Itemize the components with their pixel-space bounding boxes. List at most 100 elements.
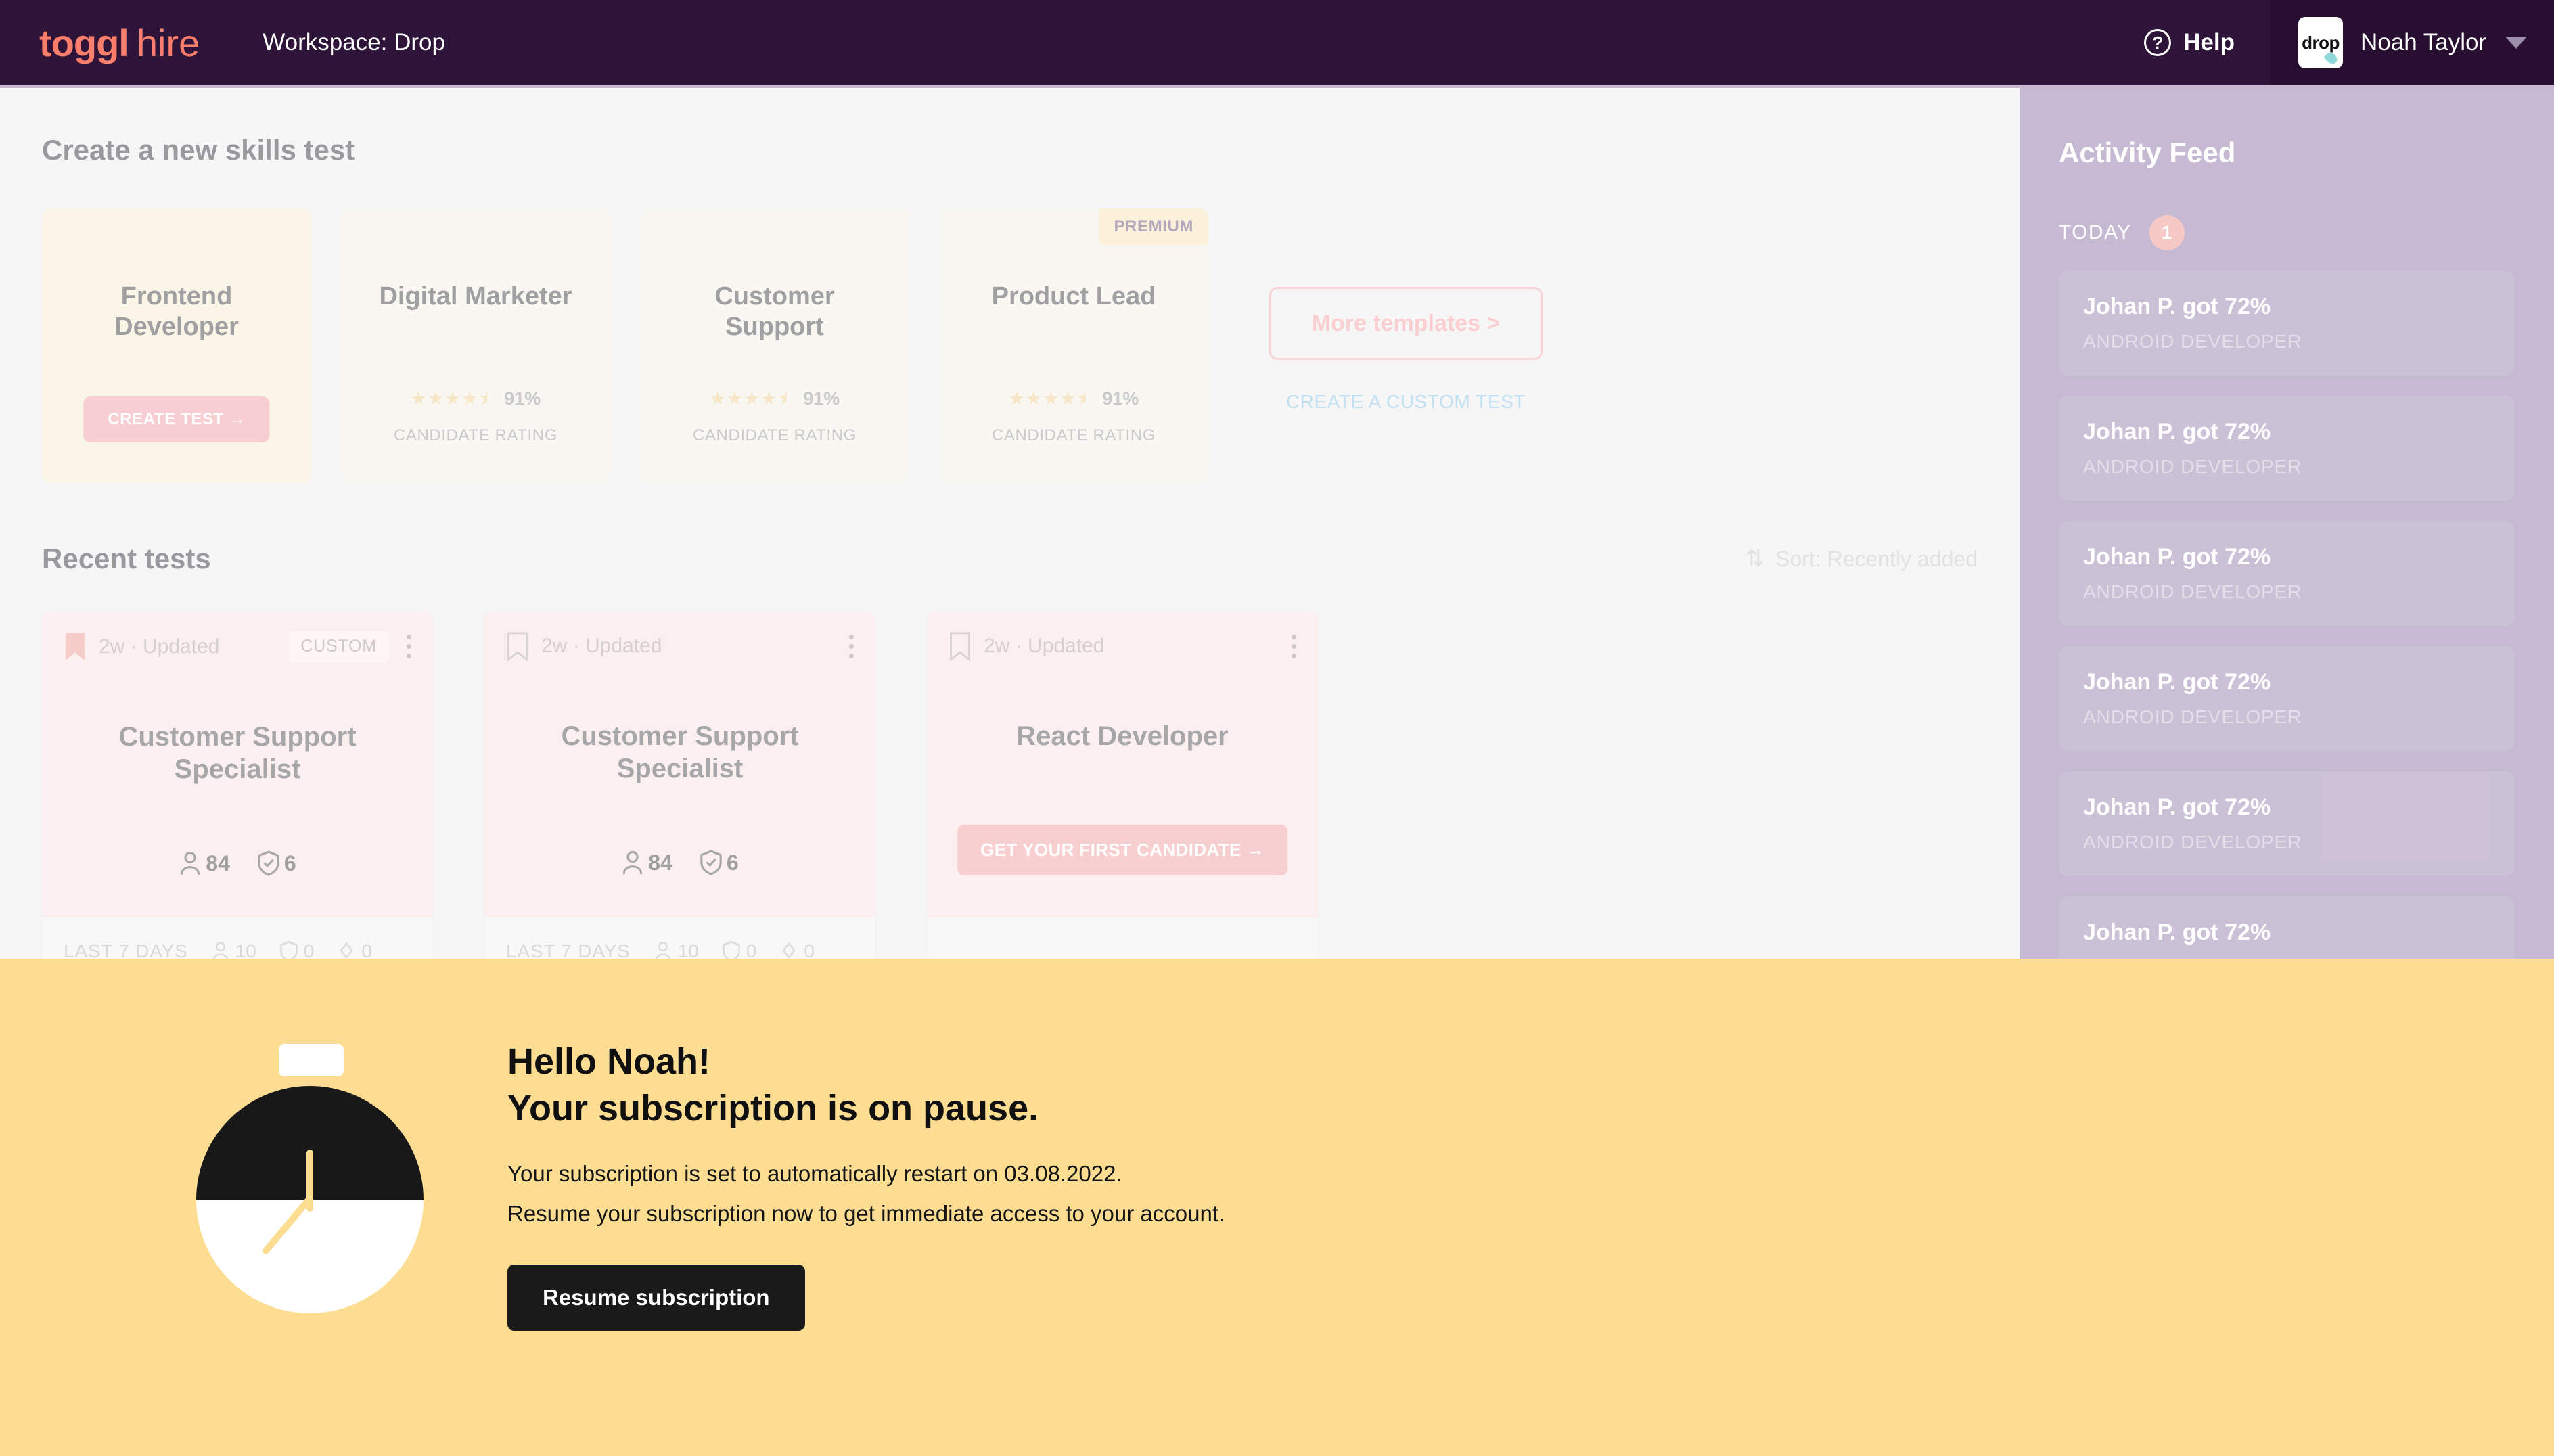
star-rating-icon: ★★★★⯨ xyxy=(1008,388,1087,409)
more-options-icon[interactable] xyxy=(1292,634,1296,658)
candidate-rating: ★★★★⯨ 91% CANDIDATE RATING xyxy=(341,386,610,445)
logo-toggl-text: toggl xyxy=(39,21,129,64)
test-title: Customer Support Specialist xyxy=(561,721,799,783)
template-card-customer-support[interactable]: Customer Support ★★★★⯨ 91% CANDIDATE RAT… xyxy=(640,208,909,483)
template-card-row: Frontend Developer CREATE TEST → Digital… xyxy=(42,208,2020,483)
sort-control[interactable]: ⇅ Sort: Recently added xyxy=(1746,547,1978,572)
shield-check-icon xyxy=(258,850,279,876)
bookmark-icon[interactable] xyxy=(64,631,87,662)
help-icon: ? xyxy=(2144,29,2172,56)
custom-badge: CUSTOM xyxy=(288,631,389,662)
activity-feed-day-group: TODAY 1 xyxy=(2059,215,2515,250)
toggl-hire-logo[interactable]: toggl hire xyxy=(39,21,200,65)
banner-text-block: Hello Noah! Your subscription is on paus… xyxy=(507,1039,1225,1331)
activity-item[interactable]: Johan P. got 72% ANDROID DEVELOPER xyxy=(2059,271,2515,376)
create-custom-test-link[interactable]: CREATE A CUSTOM TEST xyxy=(1286,391,1526,413)
test-card-meta: 2w · Updated xyxy=(949,631,1296,662)
activity-item[interactable]: Johan P. got 72% ANDROID DEVELOPER xyxy=(2059,771,2515,876)
shield-check-icon xyxy=(700,850,722,875)
get-first-candidate-button[interactable]: GET YOUR FIRST CANDIDATE → xyxy=(957,825,1287,875)
candidates-count: 84 xyxy=(648,850,672,875)
avatar: drop xyxy=(2298,17,2343,68)
person-icon xyxy=(622,850,643,875)
page-title: Create a new skills test xyxy=(42,134,355,166)
passed-count: 6 xyxy=(283,850,296,875)
passed-count: 6 xyxy=(726,850,739,875)
stopwatch-face-icon xyxy=(196,1086,424,1313)
recent-tests-header: Recent tests ⇅ Sort: Recently added xyxy=(42,543,1978,575)
candidate-rating: ★★★★⯨ 91% CANDIDATE RATING xyxy=(640,386,909,445)
workspace-label: Workspace: Drop xyxy=(263,29,445,55)
test-card-top: 2w · Updated React Developer GET YOUR FI… xyxy=(927,612,1318,917)
clock-hand-minute xyxy=(260,1195,313,1256)
resume-subscription-button[interactable]: Resume subscription xyxy=(507,1264,805,1331)
test-stats: 84 6 xyxy=(64,850,411,876)
passed-stat: 6 xyxy=(700,850,739,875)
template-title: Digital Marketer xyxy=(379,282,572,311)
bookmark-icon[interactable] xyxy=(506,631,529,662)
activity-feed-panel: Activity Feed TODAY 1 Johan P. got 72% A… xyxy=(2020,88,2554,961)
sort-arrows-icon: ⇅ xyxy=(1745,546,1765,572)
template-title: Customer Support xyxy=(714,282,835,341)
user-menu[interactable]: drop Noah Taylor xyxy=(2270,0,2554,85)
app-root: toggl hire Workspace: Drop ? Help drop N… xyxy=(0,0,2554,1456)
template-title: Product Lead xyxy=(991,282,1156,311)
test-title: React Developer xyxy=(1016,721,1229,751)
rating-label: CANDIDATE RATING xyxy=(991,426,1156,445)
activity-item-subtitle: ANDROID DEVELOPER xyxy=(2083,832,2302,852)
activity-item[interactable]: Johan P. got 72% ANDROID DEVELOPER xyxy=(2059,896,2515,961)
logo-hire-text: hire xyxy=(136,21,200,64)
activity-item-title: Johan P. got 72% xyxy=(2083,419,2271,445)
test-card-meta: 2w · Updated xyxy=(506,631,854,662)
activity-item[interactable]: Johan P. got 72% ANDROID DEVELOPER xyxy=(2059,396,2515,501)
template-card-digital-marketer[interactable]: Digital Marketer ★★★★⯨ 91% CANDIDATE RAT… xyxy=(341,208,610,483)
passed-stat: 6 xyxy=(257,850,296,876)
template-card-product-lead[interactable]: PREMIUM Product Lead ★★★★⯨ 91% CANDIDATE… xyxy=(939,208,1208,483)
activity-item-title: Johan P. got 72% xyxy=(2083,919,2271,945)
template-card-frontend-developer[interactable]: Frontend Developer CREATE TEST → xyxy=(42,208,311,483)
test-card[interactable]: 2w · Updated React Developer GET YOUR FI… xyxy=(927,612,1318,985)
avatar-label: drop xyxy=(2302,32,2340,53)
subscription-banner: Hello Noah! Your subscription is on paus… xyxy=(0,959,2554,1456)
test-title: Customer Support Specialist xyxy=(118,722,357,784)
stopwatch-illustration xyxy=(196,1044,426,1313)
test-updated-label: 2w · Updated xyxy=(541,635,662,657)
activity-item[interactable]: Johan P. got 72% ANDROID DEVELOPER xyxy=(2059,521,2515,626)
bookmark-icon[interactable] xyxy=(949,631,972,662)
chevron-down-icon[interactable] xyxy=(2505,37,2527,49)
test-card[interactable]: 2w · Updated Customer Support Specialist… xyxy=(484,612,875,985)
rating-percent: 91% xyxy=(504,388,541,409)
test-stats: 84 6 xyxy=(506,850,854,875)
activity-item-subtitle: ANDROID DEVELOPER xyxy=(2083,331,2302,352)
banner-line-1: Your subscription is set to automaticall… xyxy=(507,1161,1122,1187)
activity-item-title: Johan P. got 72% xyxy=(2083,794,2271,820)
activity-item-title: Johan P. got 72% xyxy=(2083,294,2271,319)
candidates-count: 84 xyxy=(206,850,230,875)
more-options-icon[interactable] xyxy=(849,634,854,658)
activity-item-subtitle: ANDROID DEVELOPER xyxy=(2083,706,2302,727)
test-card[interactable]: 2w · Updated CUSTOM Customer Support Spe… xyxy=(42,612,433,985)
person-icon xyxy=(180,851,200,875)
test-updated-label: 2w · Updated xyxy=(99,635,220,658)
activity-item-subtitle: ANDROID DEVELOPER xyxy=(2083,581,2302,602)
activity-item[interactable]: Johan P. got 72% ANDROID DEVELOPER xyxy=(2059,646,2515,751)
activity-item-title: Johan P. got 72% xyxy=(2083,669,2271,695)
header-right-group: ? Help drop Noah Taylor xyxy=(2144,0,2554,85)
template-title: Frontend Developer xyxy=(114,282,239,341)
candidate-rating: ★★★★⯨ 91% CANDIDATE RATING xyxy=(939,386,1208,445)
test-updated-label: 2w · Updated xyxy=(984,635,1105,657)
help-button[interactable]: ? Help xyxy=(2144,0,2270,85)
activity-item-title: Johan P. got 72% xyxy=(2083,544,2271,570)
rating-percent: 91% xyxy=(1102,388,1139,409)
more-options-icon[interactable] xyxy=(407,635,411,658)
stopwatch-crown-icon xyxy=(279,1044,344,1076)
test-card-top: 2w · Updated Customer Support Specialist… xyxy=(484,612,875,917)
rating-percent: 91% xyxy=(803,388,840,409)
activity-item-subtitle: ANDROID DEVELOPER xyxy=(2083,456,2302,477)
rating-label: CANDIDATE RATING xyxy=(393,426,558,445)
recent-tests-title: Recent tests xyxy=(42,543,211,574)
test-card-bottom xyxy=(927,917,1318,963)
create-test-button[interactable]: CREATE TEST → xyxy=(83,396,270,442)
star-rating-icon: ★★★★⯨ xyxy=(709,388,788,409)
more-templates-button[interactable]: More templates > xyxy=(1269,287,1543,360)
